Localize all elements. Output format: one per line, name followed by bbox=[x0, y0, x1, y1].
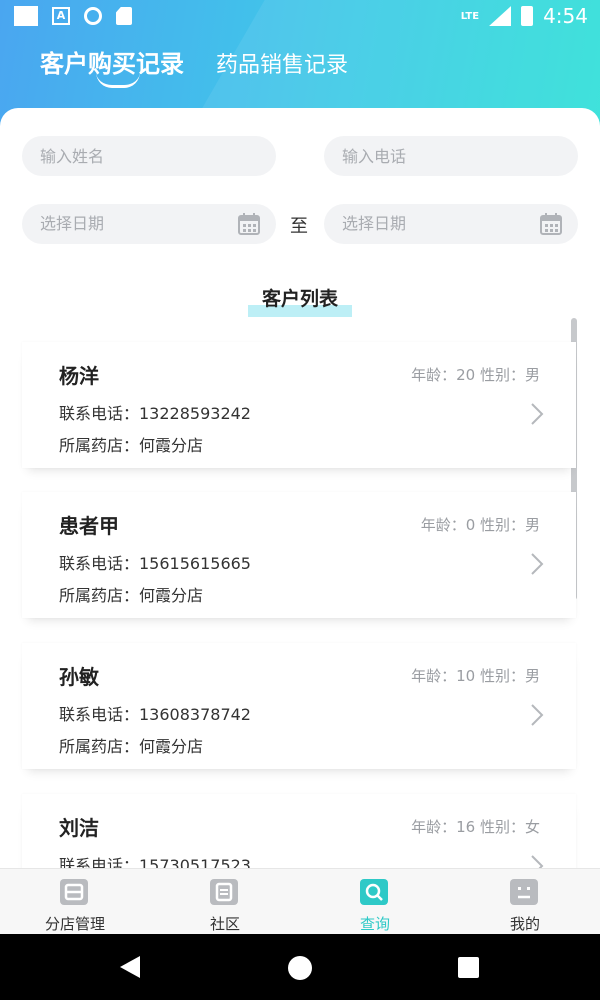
calendar-icon bbox=[238, 213, 260, 235]
phone-input[interactable] bbox=[342, 136, 578, 176]
chevron-right-icon[interactable] bbox=[530, 552, 544, 576]
tab-drug-sales[interactable]: 药品销售记录 bbox=[216, 47, 348, 79]
nav-label: 分店管理 bbox=[44, 915, 105, 933]
customer-age-gender: 年龄：10 性别：男 bbox=[411, 667, 540, 685]
search-icon bbox=[360, 879, 388, 905]
customer-card[interactable]: 孙敏 年龄：10 性别：男 联系电话：13608378742 所属药店：何霞分店 bbox=[22, 643, 576, 769]
customer-store: 所属药店：何霞分店 bbox=[59, 586, 204, 605]
back-icon[interactable] bbox=[120, 956, 140, 978]
signal-icon bbox=[489, 6, 512, 26]
list-title-text: 客户列表 bbox=[247, 284, 353, 317]
nav-label: 查询 bbox=[359, 915, 390, 933]
font-a-icon: A bbox=[52, 7, 70, 25]
nav-query[interactable]: 查询 bbox=[300, 869, 450, 935]
start-date-picker[interactable]: 选择日期 bbox=[22, 204, 276, 244]
sync-circle-icon bbox=[84, 7, 102, 25]
customer-phone: 联系电话：15730517523 bbox=[59, 856, 251, 868]
customer-name: 孙敏 bbox=[59, 665, 99, 689]
status-bar: A LTE 4:54 bbox=[0, 0, 600, 32]
customer-phone: 联系电话：13228593242 bbox=[59, 404, 251, 423]
community-icon bbox=[210, 879, 238, 905]
record-tabs: 客户购买记录 药品销售记录 bbox=[40, 44, 348, 88]
nav-community[interactable]: 社区 bbox=[150, 869, 300, 935]
list-title: 客户列表 bbox=[0, 284, 600, 317]
end-date-placeholder: 选择日期 bbox=[342, 214, 407, 233]
active-tab-indicator bbox=[96, 72, 140, 88]
customer-card[interactable]: 杨洋 年龄：20 性别：男 联系电话：13228593242 所属药店：何霞分店 bbox=[22, 342, 576, 468]
customer-name: 患者甲 bbox=[59, 514, 119, 538]
sd-card-icon bbox=[116, 7, 132, 25]
customer-store: 所属药店：何霞分店 bbox=[59, 737, 204, 756]
customer-store: 所属药店：何霞分店 bbox=[59, 436, 204, 455]
calendar-icon bbox=[540, 213, 562, 235]
tab-customer-purchase[interactable]: 客户购买记录 bbox=[40, 44, 184, 88]
customer-name: 杨洋 bbox=[59, 364, 99, 388]
end-date-picker[interactable]: 选择日期 bbox=[324, 204, 578, 244]
network-type: LTE bbox=[460, 10, 480, 22]
name-input[interactable] bbox=[40, 136, 276, 176]
customer-name: 刘洁 bbox=[59, 816, 99, 840]
chevron-right-icon[interactable] bbox=[530, 402, 544, 426]
date-range-separator: 至 bbox=[290, 216, 308, 237]
recent-apps-icon[interactable] bbox=[458, 957, 479, 978]
profile-icon bbox=[510, 879, 538, 905]
customer-age-gender: 年龄：0 性别：男 bbox=[420, 516, 540, 534]
home-icon[interactable] bbox=[288, 956, 312, 980]
phone-field[interactable] bbox=[324, 136, 578, 176]
clock: 4:54 bbox=[543, 4, 588, 28]
customer-age-gender: 年龄：20 性别：男 bbox=[411, 366, 540, 384]
bottom-nav: 分店管理 社区 查询 我的 bbox=[0, 868, 600, 934]
content-sheet: 选择日期 至 选择日期 客户列表 杨洋 年龄：20 性别：男 联系电话：1322… bbox=[0, 108, 600, 868]
name-field[interactable] bbox=[22, 136, 276, 176]
battery-icon bbox=[521, 6, 534, 26]
chevron-right-icon[interactable] bbox=[530, 703, 544, 727]
nav-label: 社区 bbox=[209, 915, 240, 933]
store-icon bbox=[60, 879, 88, 905]
chevron-right-icon[interactable] bbox=[530, 854, 544, 868]
customer-age-gender: 年龄：16 性别：女 bbox=[411, 818, 540, 836]
nav-profile[interactable]: 我的 bbox=[450, 869, 600, 935]
system-nav-bar bbox=[0, 934, 600, 1000]
customer-card[interactable]: 刘洁 年龄：16 性别：女 联系电话：15730517523 bbox=[22, 794, 576, 868]
customer-card[interactable]: 患者甲 年龄：0 性别：男 联系电话：15615615665 所属药店：何霞分店 bbox=[22, 492, 576, 618]
notification-square-icon bbox=[14, 6, 38, 26]
customer-phone: 联系电话：15615615665 bbox=[59, 554, 251, 573]
nav-label: 我的 bbox=[509, 915, 540, 933]
start-date-placeholder: 选择日期 bbox=[40, 214, 105, 233]
customer-phone: 联系电话：13608378742 bbox=[59, 705, 251, 724]
nav-store-management[interactable]: 分店管理 bbox=[0, 869, 150, 935]
